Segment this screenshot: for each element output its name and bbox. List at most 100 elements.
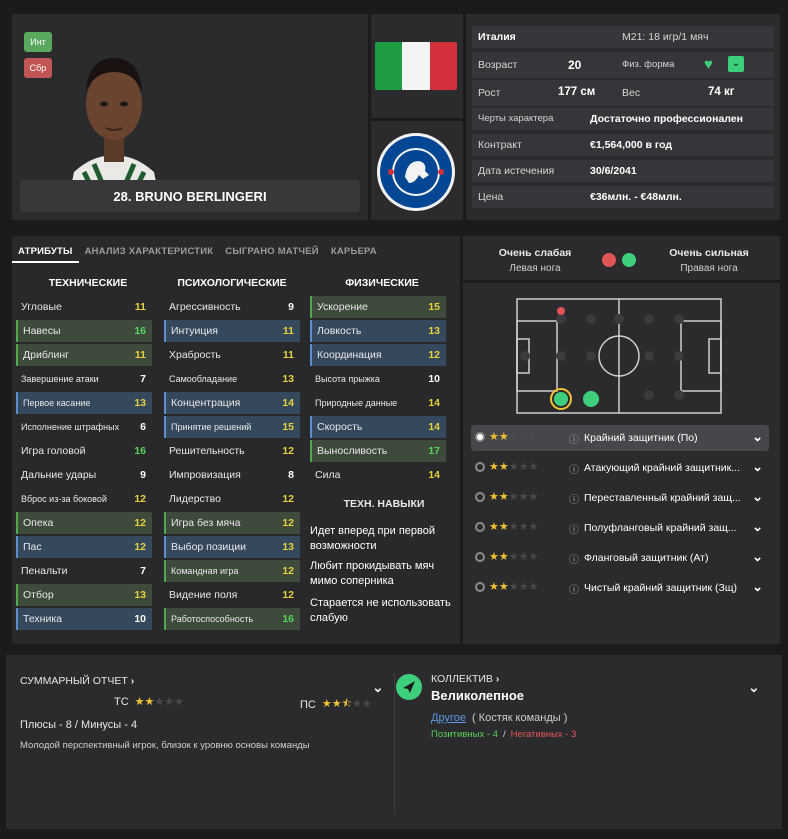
left-foot-icon [602,253,616,267]
attribute-value: 15 [282,421,294,433]
attribute-row[interactable]: Отбор 13 [16,584,152,606]
attribute-row[interactable]: Игра головой 16 [16,440,152,462]
age-label: Возраст [478,59,518,71]
radio-icon[interactable] [475,552,485,562]
attribute-row[interactable]: Ускорение 15 [310,296,446,318]
tab-career[interactable]: КАРЬЕРА [325,246,383,257]
tag-int[interactable]: Инт [24,32,52,52]
info-icon[interactable]: ⓘ [569,431,579,446]
chevron-down-icon[interactable]: ⌄ [748,679,760,696]
star-icon: ★ [508,431,519,443]
attribute-value: 12 [134,517,146,529]
attribute-name: Отбор [23,589,54,601]
attribute-row[interactable]: Командная игра 12 [164,560,300,582]
role-row[interactable]: ★★★★★ ⓘ Чистый крайний защитник (Зщ) ⌄ [471,575,769,601]
radio-icon[interactable] [475,462,485,472]
attribute-row[interactable]: Техника 10 [16,608,152,630]
radio-icon[interactable] [475,432,485,442]
attribute-row[interactable]: Завершение атаки 7 [16,368,152,390]
attribute-name: Высота прыжка [315,374,380,384]
italy-flag-icon[interactable] [375,42,457,90]
attribute-row[interactable]: Самообладание 13 [164,368,300,390]
tab-attributes[interactable]: АТРИБУТЫ [12,240,79,263]
attribute-row[interactable]: Опека 12 [16,512,152,534]
attribute-row[interactable]: Сила 14 [310,464,446,486]
tab-analysis[interactable]: АНАЛИЗ ХАРАКТЕРИСТИК [79,246,220,257]
chevron-down-icon[interactable]: ⌄ [752,459,763,475]
attribute-name: Игра головой [21,445,86,457]
attribute-row[interactable]: Концентрация 14 [164,392,300,414]
attribute-value: 7 [140,373,146,385]
role-row[interactable]: ★★★★★ ⓘ Полуфланговый крайний защ... ⌄ [471,515,769,541]
attribute-row[interactable]: Природные данные 14 [310,392,446,414]
attribute-row[interactable]: Интуиция 11 [164,320,300,342]
attribute-row[interactable]: Решительность 12 [164,440,300,462]
tag-sbr[interactable]: Сбр [24,58,52,78]
attribute-row[interactable]: Принятие решений 15 [164,416,300,438]
info-icon[interactable]: ⓘ [569,581,579,596]
info-icon[interactable]: ⓘ [569,551,579,566]
star-icon: ★ [518,551,529,563]
star-icon: ★ [528,551,539,563]
attribute-row[interactable]: Первое касание 13 [16,392,152,414]
attribute-name: Лидерство [169,493,221,505]
radio-icon[interactable] [475,492,485,502]
skills-header: ТЕХН. НАВЫКИ [343,498,425,510]
chevron-down-icon[interactable]: ⌄ [752,579,763,595]
role-row[interactable]: ★★★★★ ⓘ Крайний защитник (По) ⌄ [471,425,769,451]
star-icon: ★ [164,696,175,708]
attribute-row[interactable]: Выносливость 17 [310,440,446,462]
attribute-row[interactable]: Дриблинг 11 [16,344,152,366]
role-row[interactable]: ★★★★★ ⓘ Фланговый защитник (Ат) ⌄ [471,545,769,571]
tab-matches[interactable]: СЫГРАНО МАТЧЕЙ [219,246,325,257]
team-link[interactable]: КОЛЛЕКТИВ › [431,673,499,685]
attribute-row[interactable]: Выбор позиции 13 [164,536,300,558]
attribute-row[interactable]: Лидерство 12 [164,488,300,510]
youth-apps: M21: 18 игр/1 мяч [622,31,709,43]
attribute-row[interactable]: Игра без мяча 12 [164,512,300,534]
attribute-name: Угловые [21,301,62,313]
info-icon[interactable]: ⓘ [569,461,579,476]
attribute-row[interactable]: Угловые 11 [16,296,152,318]
star-icon: ★ [134,696,145,708]
attribute-row[interactable]: Импровизация 8 [164,464,300,486]
chevron-down-icon[interactable]: ⌄ [752,489,763,505]
attribute-name: Импровизация [169,469,241,481]
attribute-row[interactable]: Дальние удары 9 [16,464,152,486]
pc-rating: ПС ★★⯪★★ [300,695,372,714]
chevron-down-icon[interactable]: ⌄ [372,679,384,696]
chevron-down-icon[interactable]: ⌄ [752,549,763,565]
attribute-value: 7 [140,565,146,577]
position-marker-selected[interactable] [554,392,568,406]
friend-link[interactable]: Другое [431,712,466,724]
attribute-row[interactable]: Исполнение штрафных 6 [16,416,152,438]
attribute-row[interactable]: Скорость 14 [310,416,446,438]
attribute-name: Выбор позиции [171,541,246,553]
attribute-row[interactable]: Храбрость 11 [164,344,300,366]
attribute-value: 13 [428,325,440,337]
info-icon[interactable]: ⓘ [569,521,579,536]
summary-link[interactable]: СУММАРНЫЙ ОТЧЕТ › [20,675,134,687]
chevron-down-icon[interactable]: ⌄ [752,429,763,445]
attribute-row[interactable]: Видение поля 12 [164,584,300,606]
role-row[interactable]: ★★★★★ ⓘ Переставленный крайний защ... ⌄ [471,485,769,511]
info-icon[interactable]: ⓘ [569,491,579,506]
attribute-row[interactable]: Агрессивность 9 [164,296,300,318]
summary-description: Молодой перспективный игрок, близок к ур… [20,740,310,751]
chelsea-badge-icon[interactable] [375,131,457,213]
attribute-row[interactable]: Координация 12 [310,344,446,366]
attribute-row[interactable]: Пас 12 [16,536,152,558]
chevron-down-icon[interactable]: ⌄ [728,56,744,72]
attribute-row[interactable]: Навесы 16 [16,320,152,342]
radio-icon[interactable] [475,522,485,532]
attribute-row[interactable]: Работоспособность 16 [164,608,300,630]
chevron-down-icon[interactable]: ⌄ [752,519,763,535]
attribute-row[interactable]: Высота прыжка 10 [310,368,446,390]
position-marker[interactable] [583,391,599,407]
attribute-row[interactable]: Вброс из-за боковой 12 [16,488,152,510]
attribute-row[interactable]: Ловкость 13 [310,320,446,342]
role-row[interactable]: ★★★★★ ⓘ Атакующий крайний защитник... ⌄ [471,455,769,481]
attribute-row[interactable]: Пенальти 7 [16,560,152,582]
country-value[interactable]: Италия [478,31,516,43]
radio-icon[interactable] [475,582,485,592]
